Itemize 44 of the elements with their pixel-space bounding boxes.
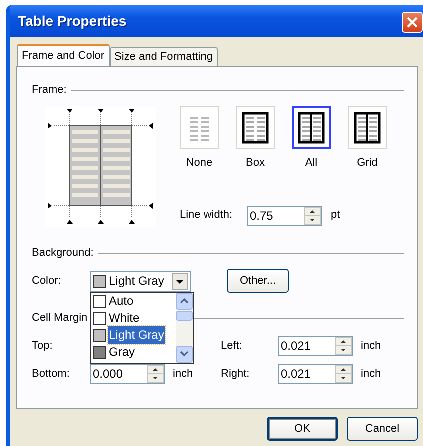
close-icon [407,16,418,28]
spin-button[interactable] [335,337,352,355]
option-label: None [185,156,214,171]
section-heading: Background: [32,246,94,261]
margin-field[interactable]: 0.000 [90,364,165,384]
line-width-field[interactable]: 0.75 [247,206,322,226]
grid-borders-icon [354,110,381,144]
field-label: Left: [221,338,244,354]
list-item[interactable]: Gray [108,343,136,361]
window-title: Table Properties [18,12,127,31]
option-label: Grid [356,156,379,171]
list-item[interactable]: Auto [108,292,135,310]
spin-button[interactable] [335,365,352,383]
margin-field[interactable]: 0.021 [278,364,353,384]
list-item[interactable]: Light Gray [108,326,166,344]
tab[interactable]: Frame and Color [17,44,110,66]
section-heading: Frame: [32,82,67,98]
field-label: Line width: [180,208,234,224]
field-label: Bottom: [32,366,71,382]
dropdown-list[interactable]: Auto White Light Gray Gray [90,292,194,364]
spin-button[interactable] [304,206,321,224]
dropdown-value: Light Gray [109,273,166,290]
tab[interactable]: Size and Formatting [110,47,218,66]
unit-label: inch [360,338,382,354]
unit-label: inch [360,366,382,382]
margin-field[interactable]: 0.021 [278,336,353,356]
all-borders-icon [298,110,325,144]
list-item[interactable]: White [108,309,141,327]
close-button[interactable] [402,12,423,32]
unit-label: inch [172,366,194,382]
field-label: Color: [32,274,62,289]
cancel-button[interactable]: Cancel [347,417,418,441]
spin-button[interactable] [147,365,164,383]
other-button[interactable]: Other... [227,269,289,293]
box-border-icon [242,110,269,144]
ok-button[interactable]: OK [267,417,338,441]
section-heading: Cell Margin [32,310,88,326]
option-label: Box [245,156,266,171]
option-label: All [304,156,319,171]
field-label: Top: [32,338,54,354]
field-label: Right: [221,366,251,382]
frame-option-button[interactable] [292,106,331,149]
scrollbar[interactable] [176,292,193,362]
unit-label: pt [331,208,340,224]
